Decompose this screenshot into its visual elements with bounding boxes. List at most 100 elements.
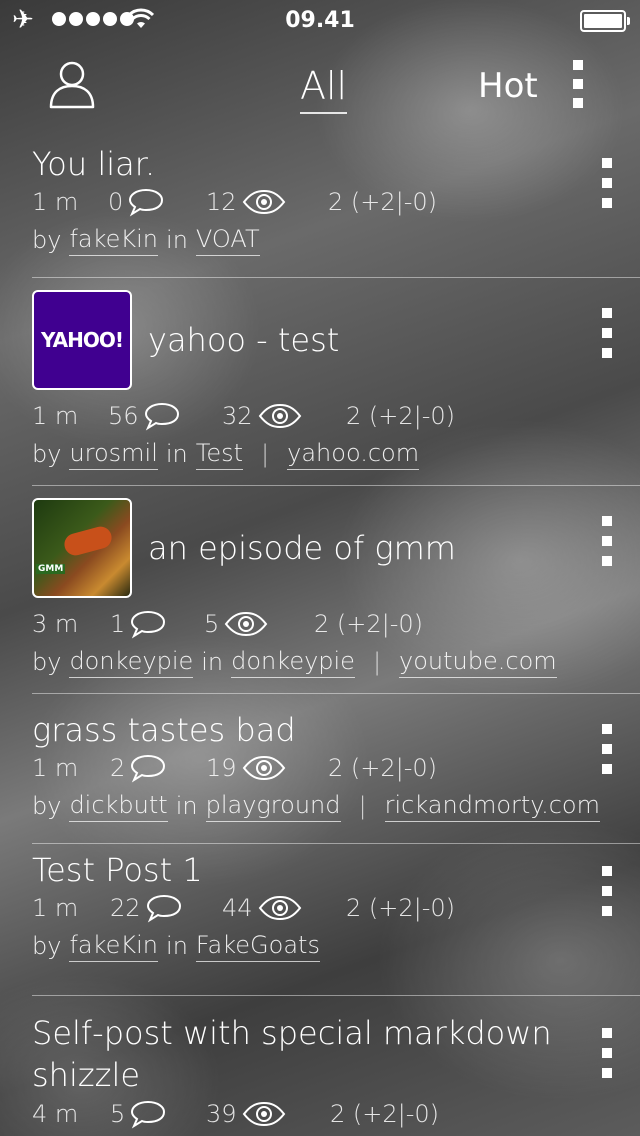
- post-meta: by fakeKin in FakeGoats: [32, 926, 640, 966]
- post-menu-icon[interactable]: [600, 1028, 614, 1078]
- comment-icon: [131, 754, 166, 783]
- post-score: 2 (+2|-0): [328, 188, 438, 216]
- in-label: in: [201, 648, 224, 676]
- view-count: 5: [204, 610, 220, 638]
- battery-icon: [580, 10, 630, 32]
- comment-count: 1: [110, 610, 126, 638]
- post-stats: 3 m 1 5 2 (+2|-0): [32, 606, 640, 642]
- by-label: by: [32, 648, 62, 676]
- post-item[interactable]: YAHOO! yahoo - test 1 m 56 32 2 (+2|-0) …: [32, 278, 640, 486]
- post-item[interactable]: grass tastes bad 1 m 2 19 2 (+2|-0) by d…: [32, 694, 640, 844]
- post-thumbnail[interactable]: GMM: [32, 498, 132, 598]
- domain-link[interactable]: youtube.com: [399, 647, 557, 678]
- post-meta: by fakeKin in VOAT: [32, 220, 640, 260]
- domain-link[interactable]: yahoo.com: [287, 439, 420, 470]
- domain-link[interactable]: rickandmorty.com: [384, 791, 600, 822]
- post-score: 2 (+2|-0): [314, 610, 424, 638]
- eye-icon: [258, 403, 301, 429]
- subverse-link[interactable]: Test: [195, 439, 244, 470]
- post-menu-icon[interactable]: [600, 308, 614, 358]
- comment-icon: [146, 894, 181, 923]
- post-stats: 1 m 0 12 2 (+2|-0): [32, 184, 640, 220]
- subverse-link[interactable]: FakeGoats: [195, 931, 320, 962]
- post-age: 1 m: [32, 894, 79, 922]
- author-link[interactable]: urosmil: [69, 439, 158, 470]
- in-label: in: [166, 226, 188, 254]
- tab-hot[interactable]: Hot: [478, 66, 538, 106]
- thumbnail-logo-text: YAHOO!: [41, 328, 124, 352]
- meta-separator: |: [261, 440, 270, 468]
- post-title[interactable]: grass tastes bad: [32, 694, 640, 750]
- in-label: in: [166, 932, 188, 960]
- overflow-menu-icon[interactable]: [571, 60, 585, 108]
- post-stats: 1 m 56 32 2 (+2|-0): [32, 398, 640, 434]
- by-label: by: [32, 226, 62, 254]
- eye-icon: [242, 1101, 285, 1127]
- post-score: 2 (+2|-0): [346, 402, 456, 430]
- subverse-link[interactable]: playground: [205, 791, 341, 822]
- view-count: 12: [206, 188, 237, 216]
- post-menu-icon[interactable]: [600, 158, 614, 208]
- comment-count: 56: [108, 402, 139, 430]
- author-link[interactable]: dickbutt: [69, 791, 168, 822]
- by-label: by: [32, 440, 62, 468]
- subverse-link[interactable]: VOAT: [195, 225, 260, 256]
- comment-icon: [144, 402, 179, 431]
- post-thumbnail[interactable]: YAHOO!: [32, 290, 132, 390]
- post-meta: by dickbutt in playground | rickandmorty…: [32, 786, 640, 826]
- post-item[interactable]: You liar. 1 m 0 12 2 (+2|-0) by fakeKin …: [32, 140, 640, 278]
- post-menu-icon[interactable]: [600, 866, 614, 916]
- post-item[interactable]: Self-post with special markdown shizzle …: [32, 996, 640, 1136]
- post-age: 3 m: [32, 610, 79, 638]
- subverse-link[interactable]: donkeypie: [231, 647, 355, 678]
- navigation-bar: All Hot: [0, 40, 640, 130]
- comment-count: 5: [110, 1100, 126, 1128]
- post-age: 1 m: [32, 402, 79, 430]
- comment-count: 0: [108, 188, 124, 216]
- tab-all[interactable]: All: [300, 64, 348, 114]
- post-item[interactable]: Test Post 1 1 m 22 44 2 (+2|-0) by fakeK…: [32, 844, 640, 996]
- in-label: in: [175, 792, 198, 820]
- post-meta: by urosmil in Test | yahoo.com: [32, 434, 640, 474]
- status-time: 09.41: [285, 8, 355, 33]
- post-age: 1 m: [32, 754, 79, 782]
- by-label: by: [32, 932, 62, 960]
- comment-icon: [129, 188, 164, 217]
- post-score: 2 (+2|-0): [330, 1100, 440, 1128]
- post-age: 4 m: [32, 1100, 79, 1128]
- meta-separator: |: [358, 792, 367, 820]
- comment-icon: [131, 1100, 166, 1129]
- user-profile-icon[interactable]: [48, 58, 96, 110]
- by-label: by: [32, 792, 62, 820]
- post-stats: 1 m 22 44 2 (+2|-0): [32, 890, 640, 926]
- view-count: 19: [206, 754, 237, 782]
- post-score: 2 (+2|-0): [328, 754, 438, 782]
- eye-icon: [258, 895, 301, 921]
- eye-icon: [242, 189, 285, 215]
- comment-count: 2: [110, 754, 126, 782]
- thumbnail-image: [61, 524, 115, 558]
- post-menu-icon[interactable]: [600, 516, 614, 566]
- post-title[interactable]: Test Post 1: [32, 844, 640, 890]
- author-link[interactable]: donkeypie: [69, 647, 194, 678]
- eye-icon: [225, 611, 268, 637]
- thumbnail-logo-text: GMM: [36, 564, 66, 574]
- post-score: 2 (+2|-0): [346, 894, 456, 922]
- author-link[interactable]: fakeKin: [69, 225, 159, 256]
- post-title[interactable]: Self-post with special markdown shizzle: [32, 996, 640, 1096]
- view-count: 44: [222, 894, 253, 922]
- eye-icon: [242, 755, 285, 781]
- post-meta: by donkeypie in donkeypie | youtube.com: [32, 642, 640, 682]
- author-link[interactable]: fakeKin: [69, 931, 159, 962]
- meta-separator: |: [372, 648, 382, 676]
- comment-icon: [131, 610, 166, 639]
- post-item[interactable]: GMM an episode of gmm 3 m 1 5 2 (+2|-0) …: [32, 486, 640, 694]
- in-label: in: [165, 440, 188, 468]
- post-title[interactable]: You liar.: [32, 140, 640, 184]
- post-feed: You liar. 1 m 0 12 2 (+2|-0) by fakeKin …: [0, 140, 640, 1136]
- view-count: 39: [206, 1100, 237, 1128]
- post-menu-icon[interactable]: [600, 724, 614, 774]
- post-title[interactable]: an episode of gmm: [148, 528, 526, 568]
- post-age: 1 m: [32, 188, 79, 216]
- post-title[interactable]: yahoo - test: [148, 320, 409, 360]
